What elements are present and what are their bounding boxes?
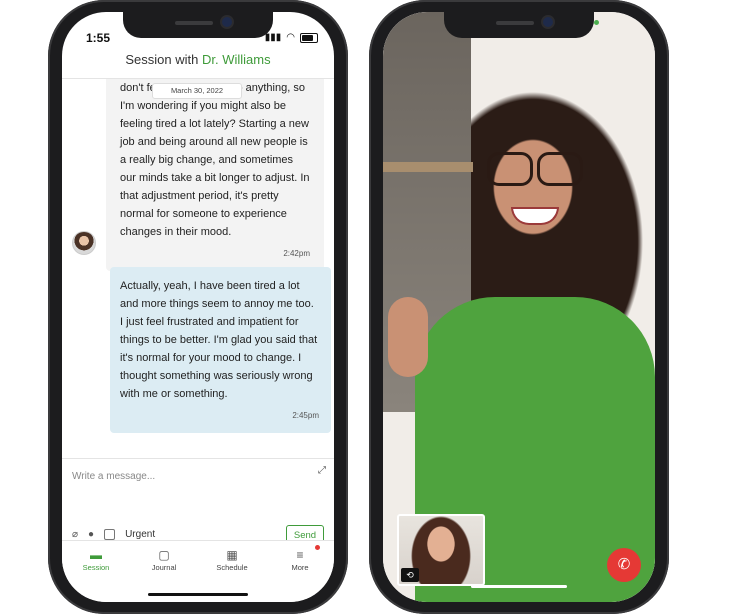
home-indicator (471, 585, 567, 588)
title-prefix: Session with (125, 52, 199, 67)
tab-label: Schedule (216, 563, 248, 572)
calendar-icon: ▦ (226, 548, 238, 562)
attachment-icon[interactable]: ⌀ (72, 529, 78, 540)
notch (444, 12, 594, 38)
person-hand (388, 297, 428, 377)
menu-icon: ≡ (296, 548, 304, 562)
status-icons: ▮▮▮ ◠ (265, 32, 318, 43)
tab-label: Journal (151, 563, 177, 572)
chat-thread[interactable]: don't feel motivated to do anything, so … (62, 79, 334, 457)
date-chip: March 30, 2022 (152, 83, 242, 99)
battery-icon (300, 32, 318, 43)
tab-session[interactable]: ▬ Session (62, 541, 130, 602)
compose-area: Write a message... ⤢ ⌀ ● Urgent Send (62, 458, 334, 551)
video-call-screen: ⟲ ✆ (383, 12, 655, 602)
message-time: 2:45pm (292, 411, 319, 420)
message-text: Actually, yeah, I have been tired a lot … (120, 280, 318, 400)
notification-dot (315, 545, 320, 550)
expand-icon[interactable]: ⤢ (318, 465, 326, 476)
end-call-button[interactable]: ✆ (607, 548, 641, 582)
doctor-name: Dr. Williams (202, 52, 271, 67)
microphone-icon[interactable]: ● (88, 529, 94, 540)
background-shelf (383, 162, 473, 172)
message-input[interactable]: Write a message... (72, 471, 155, 482)
person-glasses (487, 152, 583, 186)
self-view-video[interactable]: ⟲ (397, 514, 485, 586)
page-title: Session with Dr. Williams (62, 52, 334, 78)
status-time: 1:55 (86, 31, 111, 45)
tab-more[interactable]: ≡ More (266, 541, 334, 602)
message-text: don't feel motivated to do anything, so … (120, 82, 310, 238)
signal-icon: ▮▮▮ (264, 32, 282, 43)
camera-active-indicator (594, 20, 599, 25)
messaging-screen: 1:55 ▮▮▮ ◠ Session with Dr. Williams don… (62, 12, 334, 602)
video-call-phone: ⟲ ✆ (369, 0, 669, 614)
switch-camera-icon[interactable]: ⟲ (401, 568, 419, 582)
home-indicator (148, 593, 248, 596)
urgent-checkbox[interactable] (104, 529, 116, 540)
therapist-message: don't feel motivated to do anything, so … (106, 79, 324, 271)
urgent-label: Urgent (125, 529, 156, 540)
notch (123, 12, 273, 38)
client-message: Actually, yeah, I have been tired a lot … (110, 267, 331, 433)
compose-tools: ⌀ ● Urgent (72, 529, 155, 540)
message-time: 2:42pm (283, 249, 310, 258)
messaging-phone: 1:55 ▮▮▮ ◠ Session with Dr. Williams don… (48, 0, 348, 614)
person-smile (511, 207, 559, 225)
avatar (72, 231, 96, 255)
tab-label: Session (82, 563, 110, 572)
journal-icon: ▢ (158, 548, 170, 562)
tab-label: More (291, 563, 309, 572)
wifi-icon: ◠ (286, 32, 295, 43)
chat-icon: ▬ (90, 548, 102, 562)
